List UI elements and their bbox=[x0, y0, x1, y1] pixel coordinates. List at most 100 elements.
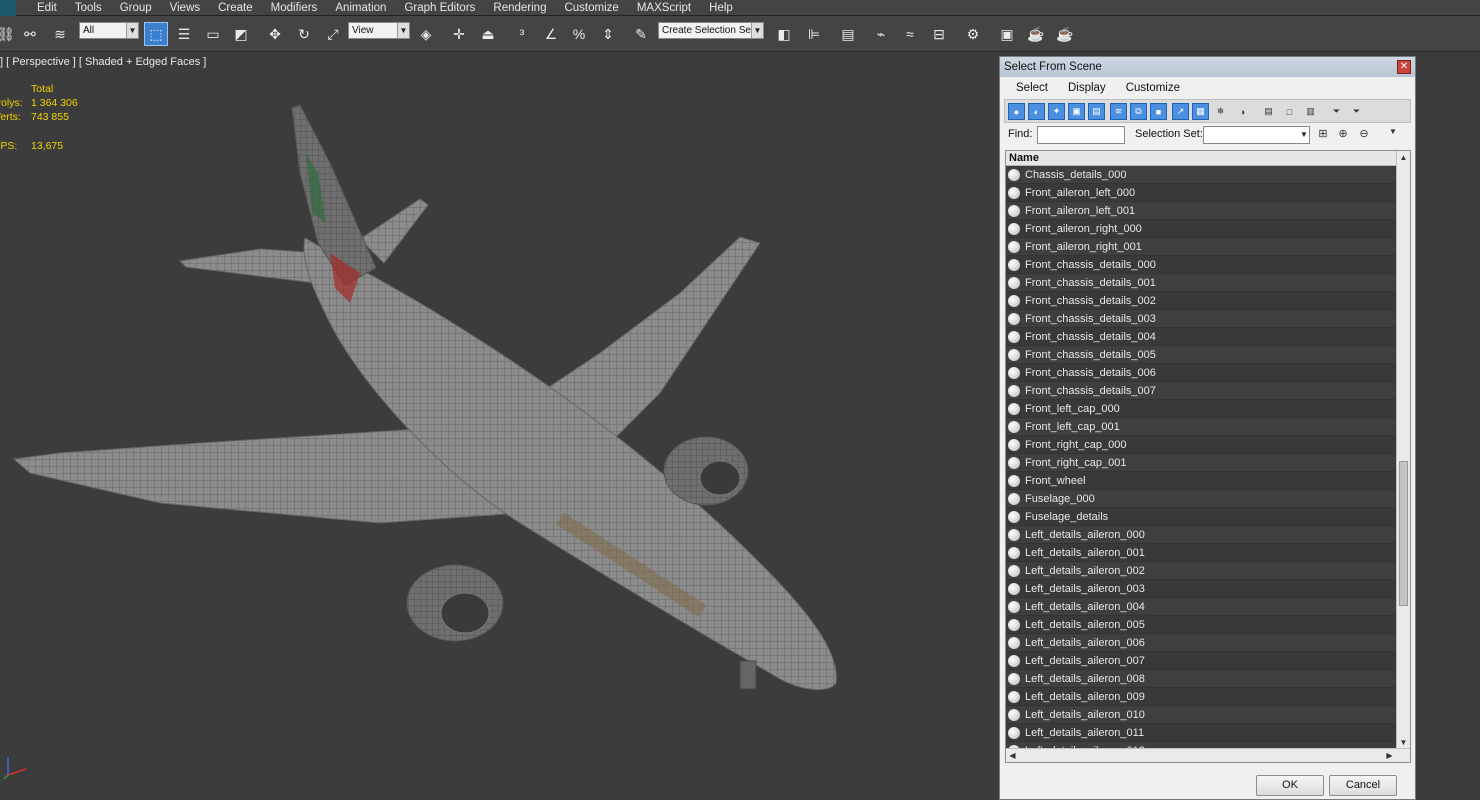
list-item[interactable]: Front_chassis_details_005 bbox=[1006, 346, 1396, 364]
scrollbar-thumb[interactable] bbox=[1399, 461, 1408, 606]
list-item[interactable]: Front_chassis_details_001 bbox=[1006, 274, 1396, 292]
menu-customize[interactable]: Customize bbox=[555, 0, 627, 16]
list-item[interactable]: Left_details_aileron_002 bbox=[1006, 562, 1396, 580]
display-xrefs-icon[interactable]: ■ bbox=[1150, 103, 1167, 120]
list-item[interactable]: Left_details_aileron_007 bbox=[1006, 652, 1396, 670]
display-none-icon[interactable]: □ bbox=[1281, 103, 1298, 120]
horizontal-scrollbar[interactable]: ◀ ▶ bbox=[1006, 748, 1410, 762]
column-header-name[interactable]: Name bbox=[1006, 151, 1410, 166]
render-production-icon[interactable]: ☕ bbox=[1024, 22, 1048, 46]
list-item[interactable]: Front_right_cap_001 bbox=[1006, 454, 1396, 472]
list-item[interactable]: Left_details_aileron_006 bbox=[1006, 634, 1396, 652]
material-editor-icon[interactable]: ⊟ bbox=[927, 22, 951, 46]
display-geometry-icon[interactable]: ● bbox=[1008, 103, 1025, 120]
snaps-toggle-icon[interactable]: ³ bbox=[510, 22, 534, 46]
list-item[interactable]: Left_details_aileron_011 bbox=[1006, 724, 1396, 742]
rendered-frame-icon[interactable]: ▣ bbox=[995, 22, 1019, 46]
selection-filter-dropdown[interactable]: All ▼ bbox=[79, 22, 139, 39]
menu-create[interactable]: Create bbox=[209, 0, 262, 16]
close-icon[interactable]: ✕ bbox=[1397, 60, 1411, 74]
layer-manager-icon[interactable]: ▤ bbox=[836, 22, 860, 46]
display-frozen-icon[interactable]: ❄ bbox=[1212, 103, 1229, 120]
display-all-icon[interactable]: ▤ bbox=[1260, 103, 1277, 120]
window-crossing-icon[interactable]: ◩ bbox=[229, 22, 253, 46]
list-item[interactable]: Front_aileron_left_000 bbox=[1006, 184, 1396, 202]
display-shapes-icon[interactable]: ◐ bbox=[1028, 103, 1045, 120]
list-item[interactable]: Front_chassis_details_004 bbox=[1006, 328, 1396, 346]
rectangular-selection-icon[interactable]: ▭ bbox=[201, 22, 225, 46]
menu-edit[interactable]: Edit bbox=[28, 0, 66, 16]
viewport-label[interactable]: ] [ Perspective ] [ Shaded + Edged Faces… bbox=[0, 56, 206, 68]
named-selection-dropdown[interactable]: Create Selection Se ▼ bbox=[658, 22, 764, 39]
filter-icon[interactable]: ⏷ bbox=[1328, 103, 1345, 120]
more-options-icon[interactable]: ▼ bbox=[1385, 127, 1401, 143]
dialog-title-bar[interactable]: Select From Scene ✕ bbox=[1000, 57, 1415, 77]
perspective-viewport[interactable]: ] [ Perspective ] [ Shaded + Edged Faces… bbox=[0, 53, 1000, 800]
list-item[interactable]: Front_left_cap_001 bbox=[1006, 418, 1396, 436]
menu-graph-editors[interactable]: Graph Editors bbox=[395, 0, 484, 16]
angle-snap-icon[interactable]: ∠ bbox=[539, 22, 563, 46]
list-item[interactable]: Front_wheel bbox=[1006, 472, 1396, 490]
add-to-selection-set-icon[interactable]: ⊕ bbox=[1335, 127, 1351, 143]
list-item[interactable]: Front_chassis_details_000 bbox=[1006, 256, 1396, 274]
link-icon[interactable]: ⛓ bbox=[0, 22, 18, 46]
render-setup-icon[interactable]: ⚙ bbox=[961, 22, 985, 46]
list-item[interactable]: Front_chassis_details_006 bbox=[1006, 364, 1396, 382]
display-spacewarps-icon[interactable]: ≋ bbox=[1110, 103, 1127, 120]
ok-button[interactable]: OK bbox=[1256, 775, 1324, 796]
list-item[interactable]: Left_details_aileron_000 bbox=[1006, 526, 1396, 544]
percent-snap-icon[interactable]: % bbox=[567, 22, 591, 46]
keyboard-shortcut-icon[interactable]: ⏏ bbox=[476, 22, 500, 46]
menu-tools[interactable]: Tools bbox=[66, 0, 111, 16]
list-item[interactable]: Left_details_aileron_005 bbox=[1006, 616, 1396, 634]
select-object-icon[interactable]: ⬚ bbox=[144, 22, 168, 46]
scroll-left-icon[interactable]: ◀ bbox=[1006, 749, 1019, 762]
schematic-view-icon[interactable]: ≈ bbox=[898, 22, 922, 46]
select-by-name-icon[interactable]: ☰ bbox=[172, 22, 196, 46]
mirror-icon[interactable]: ◧ bbox=[772, 22, 796, 46]
list-item[interactable]: Chassis_details_000 bbox=[1006, 166, 1396, 184]
display-helpers-icon[interactable]: ▤ bbox=[1088, 103, 1105, 120]
edit-named-selection-icon[interactable]: ✎ bbox=[629, 22, 653, 46]
scroll-up-icon[interactable]: ▲ bbox=[1397, 151, 1410, 164]
scroll-right-icon[interactable]: ▶ bbox=[1383, 749, 1396, 762]
list-item[interactable]: Front_chassis_details_002 bbox=[1006, 292, 1396, 310]
cancel-button[interactable]: Cancel bbox=[1329, 775, 1397, 796]
list-item[interactable]: Front_left_cap_000 bbox=[1006, 400, 1396, 418]
scale-icon[interactable]: ⤢ bbox=[321, 22, 345, 46]
list-item[interactable]: Left_details_aileron_004 bbox=[1006, 598, 1396, 616]
curve-editor-icon[interactable]: ⌁ bbox=[869, 22, 893, 46]
rotate-icon[interactable]: ↻ bbox=[292, 22, 316, 46]
menu-help[interactable]: Help bbox=[700, 0, 742, 16]
display-invert-icon[interactable]: ▥ bbox=[1302, 103, 1319, 120]
remove-from-selection-set-icon[interactable]: ⊖ bbox=[1356, 127, 1372, 143]
bind-spacewarp-icon[interactable]: ≋ bbox=[48, 22, 72, 46]
menu-modifiers[interactable]: Modifiers bbox=[262, 0, 327, 16]
dialog-menu-customize[interactable]: Customize bbox=[1116, 82, 1190, 94]
list-item[interactable]: Fuselage_000 bbox=[1006, 490, 1396, 508]
dialog-menu-display[interactable]: Display bbox=[1058, 82, 1116, 94]
unlink-icon[interactable]: ⚯ bbox=[18, 22, 42, 46]
list-item[interactable]: Front_aileron_right_001 bbox=[1006, 238, 1396, 256]
find-input[interactable] bbox=[1037, 126, 1125, 144]
filter-options-icon[interactable]: ⏷ bbox=[1348, 103, 1365, 120]
render-iterative-icon[interactable]: ☕ bbox=[1053, 22, 1077, 46]
pivot-center-icon[interactable]: ◈ bbox=[414, 22, 438, 46]
display-bones-icon[interactable]: ↗ bbox=[1172, 103, 1189, 120]
list-item[interactable]: Left_details_aileron_008 bbox=[1006, 670, 1396, 688]
list-item[interactable]: Left_details_aileron_001 bbox=[1006, 544, 1396, 562]
list-item[interactable]: Fuselage_details bbox=[1006, 508, 1396, 526]
display-groups-icon[interactable]: ⧉ bbox=[1130, 103, 1147, 120]
list-item[interactable]: Left_details_aileron_009 bbox=[1006, 688, 1396, 706]
list-item[interactable]: Left_details_aileron_010 bbox=[1006, 706, 1396, 724]
list-item[interactable]: Front_aileron_right_000 bbox=[1006, 220, 1396, 238]
app-logo-icon[interactable] bbox=[0, 0, 16, 16]
select-manipulate-icon[interactable]: ✛ bbox=[447, 22, 471, 46]
display-cameras-icon[interactable]: ▣ bbox=[1068, 103, 1085, 120]
display-hidden-icon[interactable]: ◑ bbox=[1234, 103, 1251, 120]
create-selection-set-icon[interactable]: ⊞ bbox=[1315, 127, 1331, 143]
vertical-scrollbar[interactable]: ▲ ▼ bbox=[1396, 151, 1410, 749]
list-item[interactable]: Front_chassis_details_003 bbox=[1006, 310, 1396, 328]
dialog-menu-select[interactable]: Select bbox=[1006, 82, 1058, 94]
menu-animation[interactable]: Animation bbox=[326, 0, 395, 16]
